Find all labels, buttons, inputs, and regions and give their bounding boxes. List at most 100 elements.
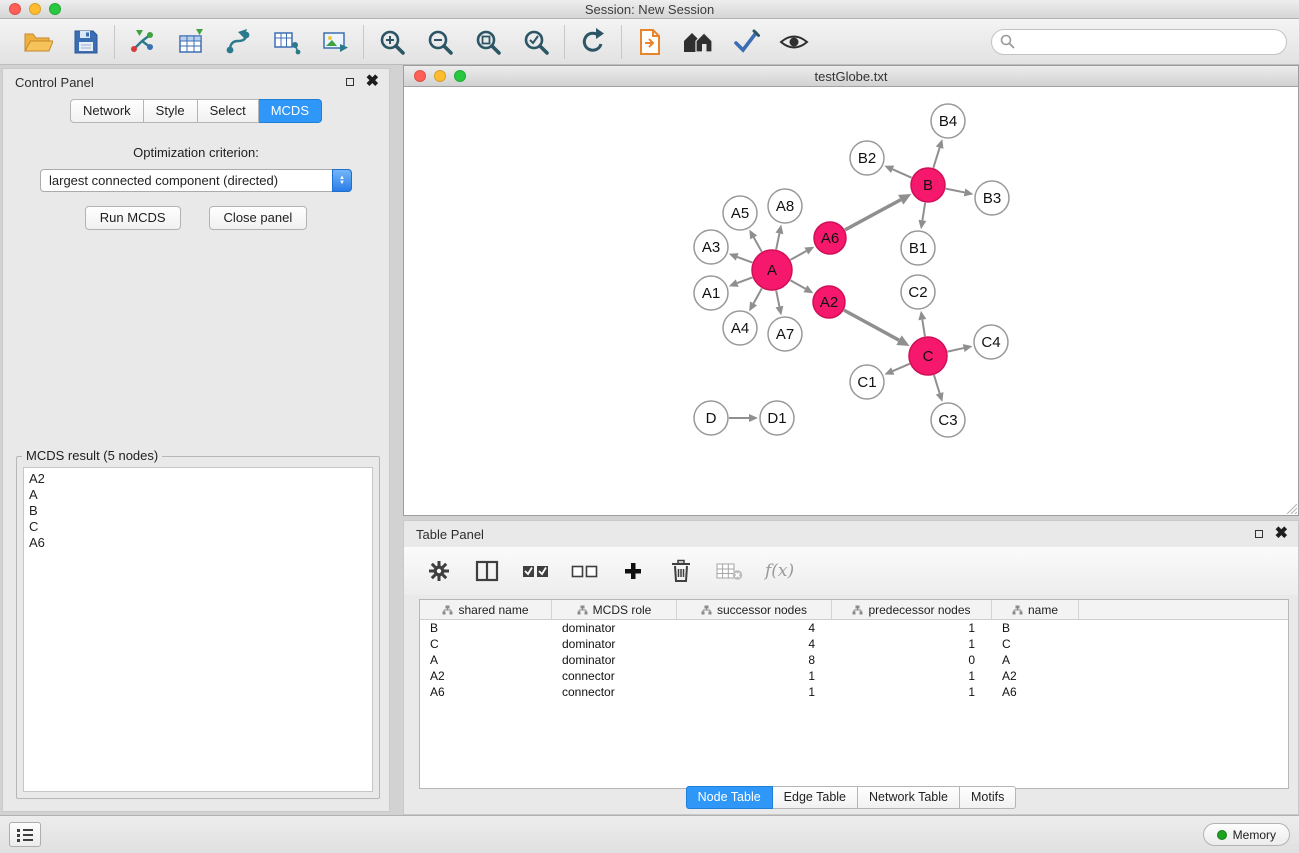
graph-edge[interactable] <box>934 375 944 402</box>
graph-node-C4[interactable]: C4 <box>974 325 1008 359</box>
search-input[interactable] <box>991 29 1287 55</box>
tab-network[interactable]: Network <box>70 99 144 123</box>
graph-node-B[interactable]: B <box>911 168 945 202</box>
graph-edge[interactable] <box>790 247 814 260</box>
graphics-details-button[interactable] <box>730 26 762 58</box>
graph-node-C1[interactable]: C1 <box>850 365 884 399</box>
graph-node-A5[interactable]: A5 <box>723 196 757 230</box>
graph-edge[interactable] <box>790 280 813 293</box>
close-table-panel-icon[interactable]: ✖ <box>1275 526 1288 542</box>
minimize-window-button[interactable] <box>29 3 41 15</box>
graph-edge[interactable] <box>749 230 761 252</box>
float-table-panel-icon[interactable] <box>1255 530 1263 538</box>
close-panel-button[interactable]: Close panel <box>209 206 308 230</box>
graph-edge[interactable] <box>946 189 974 197</box>
add-column-button[interactable] <box>620 556 646 586</box>
graph-edge[interactable] <box>749 288 762 311</box>
delete-table-button[interactable] <box>716 556 743 586</box>
graph-node-C3[interactable]: C3 <box>931 403 965 437</box>
network-from-table-button[interactable] <box>271 26 303 58</box>
graph-edge[interactable] <box>729 414 758 422</box>
graph-edge[interactable] <box>776 291 784 316</box>
zoom-out-button[interactable] <box>424 26 456 58</box>
column-header-shared-name[interactable]: shared name <box>420 600 552 619</box>
graph-node-A2[interactable]: A2 <box>813 286 845 318</box>
deselect-all-button[interactable] <box>571 556 598 586</box>
float-panel-icon[interactable] <box>346 78 354 86</box>
close-network-window-button[interactable] <box>414 70 426 82</box>
import-network-button[interactable] <box>127 26 159 58</box>
graph-node-B1[interactable]: B1 <box>901 231 935 265</box>
tab-network-table[interactable]: Network Table <box>858 786 960 809</box>
graph-node-A7[interactable]: A7 <box>768 317 802 351</box>
zoom-in-button[interactable] <box>376 26 408 58</box>
graph-node-B3[interactable]: B3 <box>975 181 1009 215</box>
graph-edge[interactable] <box>933 139 943 168</box>
graph-node-D1[interactable]: D1 <box>760 401 794 435</box>
table-row[interactable]: Bdominator41B <box>420 620 1288 636</box>
graph-edge[interactable] <box>845 194 911 230</box>
list-item[interactable]: B <box>29 503 367 519</box>
tab-edge-table[interactable]: Edge Table <box>773 786 858 809</box>
apply-layout-button[interactable] <box>577 26 609 58</box>
graph-edge[interactable] <box>918 203 926 229</box>
list-item[interactable]: C <box>29 519 367 535</box>
resize-grip-icon[interactable] <box>1284 501 1297 514</box>
close-window-button[interactable] <box>9 3 21 15</box>
graph-node-B4[interactable]: B4 <box>931 104 965 138</box>
criterion-dropdown[interactable]: largest connected component (directed) ▲… <box>40 169 352 192</box>
graph-edge[interactable] <box>729 253 753 262</box>
column-header-predecessor-nodes[interactable]: predecessor nodes <box>832 600 992 619</box>
graph-edge[interactable] <box>884 166 911 178</box>
graph-node-C[interactable]: C <box>909 337 947 375</box>
graph-node-A3[interactable]: A3 <box>694 230 728 264</box>
mcds-result-list[interactable]: A2ABCA6 <box>23 467 373 792</box>
graph-node-C2[interactable]: C2 <box>901 275 935 309</box>
graph-node-A6[interactable]: A6 <box>814 222 846 254</box>
open-file-button[interactable] <box>22 26 54 58</box>
graph-node-A4[interactable]: A4 <box>723 311 757 345</box>
tab-mcds[interactable]: MCDS <box>259 99 322 123</box>
column-header-MCDS-role[interactable]: MCDS role <box>552 600 677 619</box>
column-header-successor-nodes[interactable]: successor nodes <box>677 600 832 619</box>
table-row[interactable]: A6connector11A6 <box>420 684 1288 700</box>
show-hide-button[interactable] <box>778 26 810 58</box>
list-item[interactable]: A6 <box>29 535 367 551</box>
import-table-button[interactable] <box>175 26 207 58</box>
graph-node-B2[interactable]: B2 <box>850 141 884 175</box>
graph-node-A8[interactable]: A8 <box>768 189 802 223</box>
function-builder-button[interactable]: f(x) <box>765 556 794 586</box>
graph-edge[interactable] <box>918 311 926 336</box>
save-session-button[interactable] <box>70 26 102 58</box>
select-all-button[interactable] <box>522 556 549 586</box>
table-row[interactable]: Adominator80A <box>420 652 1288 668</box>
minimize-network-window-button[interactable] <box>434 70 446 82</box>
graph-node-A1[interactable]: A1 <box>694 276 728 310</box>
network-canvas[interactable]: B4 B2 B B3 A5 A8 A6 B1 A3 A C2 A1 A2 A4 A7 C4 C C1 C3 D D1 <box>404 87 1298 515</box>
graph-edge[interactable] <box>884 364 909 375</box>
close-panel-icon[interactable]: ✖ <box>366 74 379 90</box>
zoom-selected-button[interactable] <box>520 26 552 58</box>
list-item[interactable]: A <box>29 487 367 503</box>
tab-select[interactable]: Select <box>198 99 259 123</box>
tab-style[interactable]: Style <box>144 99 198 123</box>
home-button[interactable] <box>682 26 714 58</box>
graph-edge[interactable] <box>844 310 910 346</box>
tab-motifs[interactable]: Motifs <box>960 786 1016 809</box>
graph-node-A[interactable]: A <box>752 250 792 290</box>
zoom-network-window-button[interactable] <box>454 70 466 82</box>
delete-column-button[interactable] <box>668 556 694 586</box>
fullscreen-window-button[interactable] <box>49 3 61 15</box>
export-image-button[interactable] <box>319 26 351 58</box>
table-row[interactable]: A2connector11A2 <box>420 668 1288 684</box>
table-settings-button[interactable] <box>426 556 452 586</box>
list-item[interactable]: A2 <box>29 471 367 487</box>
table-row[interactable]: Cdominator41C <box>420 636 1288 652</box>
graph-edge[interactable] <box>729 277 753 286</box>
zoom-fit-button[interactable] <box>472 26 504 58</box>
graph-edge[interactable] <box>948 344 973 352</box>
memory-button[interactable]: Memory <box>1203 823 1290 846</box>
session-document-button[interactable] <box>634 26 666 58</box>
graph-node-D[interactable]: D <box>694 401 728 435</box>
run-mcds-button[interactable]: Run MCDS <box>85 206 181 230</box>
